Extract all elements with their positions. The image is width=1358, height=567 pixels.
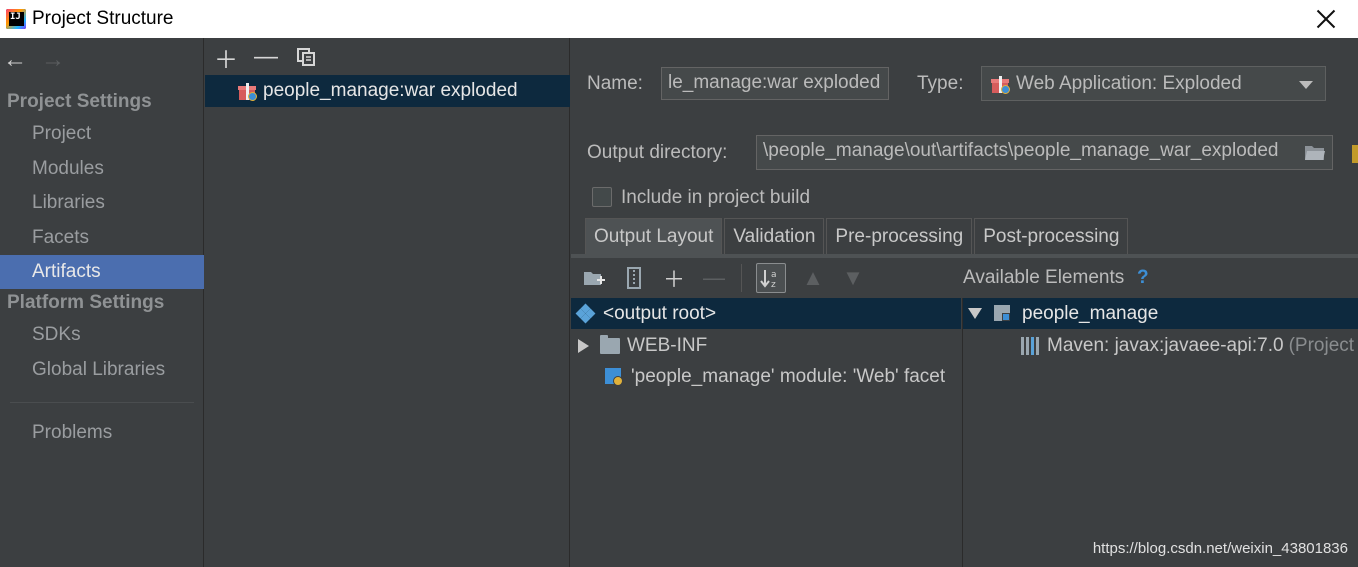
tab-validation[interactable]: Validation: [724, 218, 825, 254]
web-facet-label: 'people_manage' module: 'Web' facet: [631, 365, 946, 387]
artifact-detail-panel: Name: le_manage:war exploded Type: Web A…: [571, 38, 1358, 567]
sidebar-divider: [10, 402, 194, 403]
output-directory-label: Output directory:: [587, 142, 728, 163]
intellij-logo-icon: [6, 9, 26, 29]
web-inf-label: WEB-INF: [627, 334, 708, 356]
type-select-value: Web Application: Exploded: [1016, 72, 1242, 94]
artifact-tabs: Output Layout Validation Pre-processing …: [585, 218, 1130, 254]
title-bar: Project Structure: [0, 0, 1358, 38]
forward-arrow-icon[interactable]: →: [41, 48, 65, 72]
include-in-build-label: Include in project build: [621, 187, 811, 208]
list-item-artifact[interactable]: people_manage:war exploded: [205, 75, 570, 107]
watermark: https://blog.csdn.net/weixin_43801836: [1092, 540, 1348, 557]
add-icon[interactable]: ＋: [214, 46, 238, 74]
tab-post-processing[interactable]: Post-processing: [974, 218, 1129, 254]
tab-pre-processing[interactable]: Pre-processing: [826, 218, 973, 254]
web-facet-icon: [605, 367, 623, 386]
sort-alphabetically-icon[interactable]: az: [756, 263, 786, 293]
maven-library-label: Maven: javax:javaee-api:7.0: [1047, 334, 1284, 356]
new-directory-icon[interactable]: [581, 265, 607, 291]
war-artifact-icon: [990, 74, 1010, 94]
project-settings-header: Project Settings: [7, 91, 152, 112]
available-elements-label: Available Elements: [963, 267, 1125, 288]
expand-arrow-icon[interactable]: [578, 338, 589, 353]
tree-item-web-inf[interactable]: WEB-INF: [578, 330, 707, 361]
artifact-label: people_manage:war exploded: [263, 80, 518, 101]
svg-text:a: a: [771, 270, 777, 280]
artifacts-toolbar: ＋ —: [214, 43, 317, 74]
browse-folder-icon[interactable]: [1304, 142, 1326, 162]
output-layout-toolbar: ＋ — az ▲ ▼: [571, 258, 961, 298]
output-root-icon: [575, 303, 596, 323]
artifacts-list-panel: ＋ — people_manage:war exploded: [205, 38, 570, 567]
available-elements-tree: people_manage Maven: javax:javaee-api:7.…: [962, 298, 1358, 567]
sidebar-item-libraries[interactable]: Libraries: [0, 186, 204, 220]
remove-element-icon[interactable]: —: [701, 265, 727, 291]
window-title: Project Structure: [32, 8, 174, 29]
tree-item-maven-library[interactable]: Maven: javax:javaee-api:7.0 (Project: [1021, 330, 1354, 361]
name-label: Name:: [587, 73, 643, 94]
war-artifact-icon: [237, 81, 257, 101]
type-select[interactable]: Web Application: Exploded: [981, 66, 1326, 101]
output-directory-value: \people_manage\out\artifacts\people_mana…: [763, 140, 1279, 161]
output-directory-input[interactable]: \people_manage\out\artifacts\people_mana…: [756, 135, 1333, 170]
collapse-arrow-icon[interactable]: [968, 308, 982, 319]
remove-icon[interactable]: —: [254, 43, 278, 70]
svg-text:z: z: [771, 280, 776, 289]
output-layout-tree: <output root> WEB-INF 'people_manage' mo…: [571, 298, 961, 567]
close-icon[interactable]: [1314, 7, 1338, 31]
sidebar-item-project[interactable]: Project: [0, 117, 204, 151]
sidebar-item-problems[interactable]: Problems: [0, 416, 204, 450]
type-label: Type:: [917, 73, 964, 94]
add-copy-of-icon[interactable]: ＋: [661, 265, 687, 292]
output-root-label: <output root>: [603, 302, 717, 324]
chevron-down-icon: [1299, 81, 1313, 89]
toolbar-separator: [741, 264, 742, 292]
sidebar-item-artifacts[interactable]: Artifacts: [0, 255, 204, 289]
create-archive-icon[interactable]: [621, 265, 647, 291]
move-down-icon[interactable]: ▼: [840, 265, 866, 291]
tree-item-people-manage[interactable]: people_manage: [963, 298, 1358, 329]
sidebar-item-modules[interactable]: Modules: [0, 152, 204, 186]
include-in-build-checkbox[interactable]: [592, 187, 612, 207]
sidebar-item-global-libraries[interactable]: Global Libraries: [0, 353, 204, 387]
tree-item-web-facet[interactable]: 'people_manage' module: 'Web' facet: [605, 361, 945, 392]
platform-settings-header: Platform Settings: [7, 292, 165, 313]
settings-sidebar: ← → Project Settings Project Modules Lib…: [0, 38, 204, 567]
maven-library-scope: (Project: [1288, 334, 1355, 356]
move-up-icon[interactable]: ▲: [800, 265, 826, 291]
library-icon: [1021, 336, 1039, 355]
tab-output-layout[interactable]: Output Layout: [585, 218, 723, 254]
people-manage-label: people_manage: [1022, 302, 1159, 324]
sidebar-item-facets[interactable]: Facets: [0, 221, 204, 255]
folder-icon: [600, 334, 620, 354]
tree-item-output-root[interactable]: <output root>: [571, 298, 961, 329]
sidebar-item-sdks[interactable]: SDKs: [0, 318, 204, 352]
edge-marker: [1352, 145, 1358, 163]
module-folder-icon: [994, 304, 1012, 323]
name-input[interactable]: le_manage:war exploded: [661, 67, 889, 100]
nav-history: ← →: [0, 48, 65, 72]
help-icon[interactable]: ?: [1137, 267, 1149, 289]
copy-icon[interactable]: [295, 46, 317, 68]
back-arrow-icon[interactable]: ←: [3, 48, 27, 72]
